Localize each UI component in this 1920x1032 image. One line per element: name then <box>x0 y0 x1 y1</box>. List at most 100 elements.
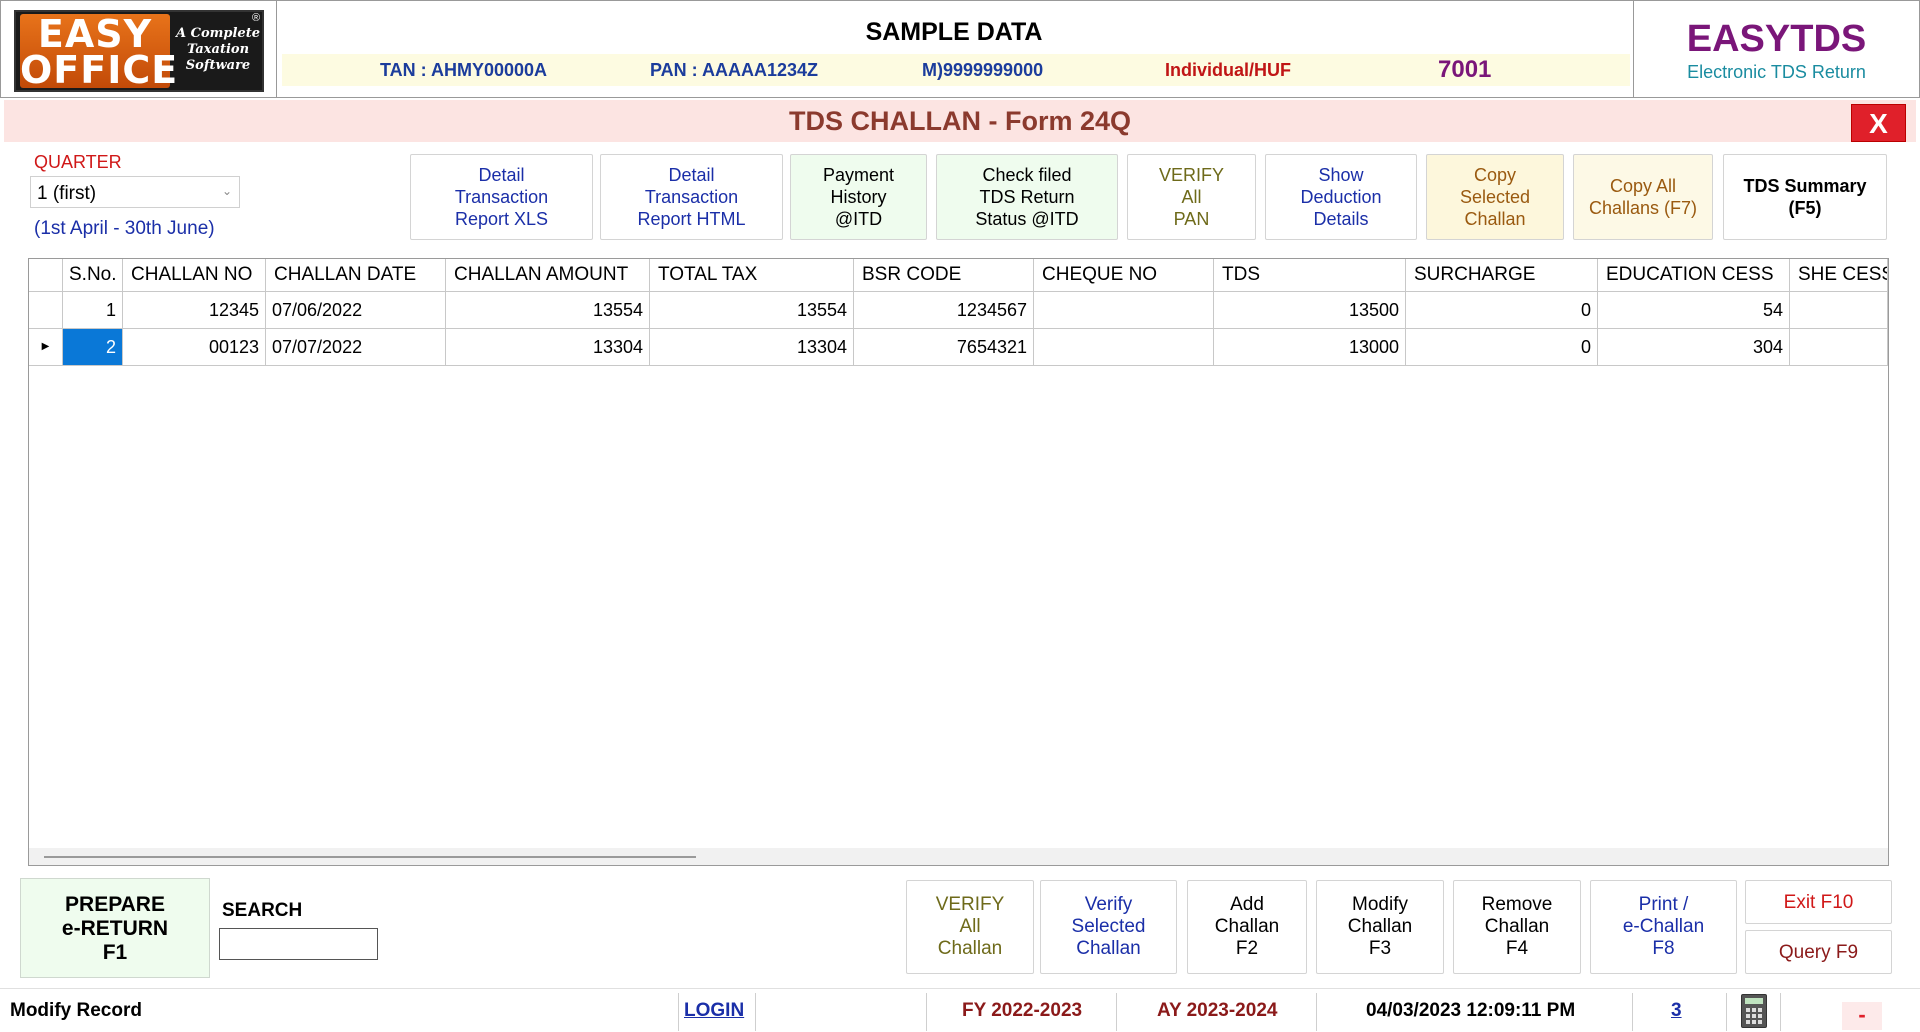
page-title: TDS CHALLAN - Form 24Q <box>788 106 1131 136</box>
tds-summary-button[interactable]: TDS Summary (F5) <box>1723 154 1887 240</box>
assessment-year: AY 2023-2024 <box>1157 1000 1278 1021</box>
col-surcharge[interactable]: SURCHARGE <box>1406 259 1598 292</box>
tan-number: TAN : AHMY00000A <box>380 60 548 80</box>
count-link[interactable]: 3 <box>1671 1000 1682 1022</box>
logo-word-office: OFFICE <box>20 48 179 92</box>
calculator-key <box>1758 1014 1762 1018</box>
chevron-down-icon[interactable]: ⌄ <box>222 184 232 198</box>
prepare-e-return-button[interactable]: PREPARE e-RETURN F1 <box>20 878 210 978</box>
query-button[interactable]: Query F9 <box>1745 930 1892 974</box>
calculator-key <box>1746 1008 1750 1012</box>
status-divider <box>755 993 756 1031</box>
verify-all-pan-button[interactable]: VERIFY All PAN <box>1127 154 1256 240</box>
quarter-select[interactable]: 1 (first) <box>30 176 240 208</box>
easy-office-logo: EASY OFFICE A Complete Taxation Software… <box>14 10 264 92</box>
current-row-indicator-icon[interactable]: ▶ <box>29 329 63 366</box>
show-deduction-details-button[interactable]: Show Deduction Details <box>1265 154 1417 240</box>
col-challan-date[interactable]: CHALLAN DATE <box>266 259 446 292</box>
assessee-code: 7001 <box>1438 56 1492 83</box>
calculator-key <box>1752 1008 1756 1012</box>
detail-report-html-button[interactable]: Detail Transaction Report HTML <box>600 154 783 240</box>
brand-title: EASYTDS <box>1686 18 1867 60</box>
cell-total-tax[interactable]: 13554 <box>650 292 854 329</box>
col-challan-no[interactable]: CHALLAN NO <box>123 259 266 292</box>
print-e-challan-button[interactable]: Print / e-Challan F8 <box>1590 880 1737 974</box>
copy-all-challans-button[interactable]: Copy All Challans (F7) <box>1573 154 1713 240</box>
cell-bsr-code[interactable]: 7654321 <box>854 329 1034 366</box>
cell-tds[interactable]: 13000 <box>1214 329 1406 366</box>
calculator-key <box>1758 1008 1762 1012</box>
cell-she-cess[interactable] <box>1790 329 1888 366</box>
search-input[interactable] <box>219 928 378 960</box>
horizontal-scrollbar-thumb[interactable] <box>44 856 696 858</box>
logo-wordmark: EASY OFFICE <box>20 12 179 92</box>
status-divider <box>926 993 927 1031</box>
cell-cheque-no[interactable] <box>1034 292 1214 329</box>
status-divider <box>1632 993 1633 1031</box>
col-bsr-code[interactable]: BSR CODE <box>854 259 1034 292</box>
cell-tds[interactable]: 13500 <box>1214 292 1406 329</box>
col-sno[interactable]: S.No. <box>63 259 123 292</box>
brand-subtitle: Electronic TDS Return <box>1687 62 1866 82</box>
cell-education-cess[interactable]: 54 <box>1598 292 1790 329</box>
cell-sno-selected[interactable]: 2 <box>63 329 123 366</box>
modify-challan-button[interactable]: Modify Challan F3 <box>1316 880 1444 974</box>
exit-button[interactable]: Exit F10 <box>1745 880 1892 924</box>
cell-challan-no[interactable]: 00123 <box>123 329 266 366</box>
verify-selected-challan-button[interactable]: Verify Selected Challan <box>1040 880 1177 974</box>
col-challan-amount[interactable]: CHALLAN AMOUNT <box>446 259 650 292</box>
check-return-status-button[interactable]: Check filed TDS Return Status @ITD <box>936 154 1118 240</box>
search-label: SEARCH <box>222 900 303 921</box>
cell-education-cess[interactable]: 304 <box>1598 329 1790 366</box>
cell-challan-amount[interactable]: 13554 <box>446 292 650 329</box>
cell-challan-date[interactable]: 07/07/2022 <box>266 329 446 366</box>
add-challan-button[interactable]: Add Challan F2 <box>1187 880 1307 974</box>
mobile-number: M)9999999000 <box>922 60 1044 80</box>
cell-surcharge[interactable]: 0 <box>1406 329 1598 366</box>
cell-bsr-code[interactable]: 1234567 <box>854 292 1034 329</box>
col-total-tax[interactable]: TOTAL TAX <box>650 259 854 292</box>
login-link[interactable]: LOGIN <box>684 1000 744 1022</box>
remove-challan-button[interactable]: Remove Challan F4 <box>1453 880 1581 974</box>
assessee-category: Individual/HUF <box>1165 60 1291 80</box>
col-she-cess[interactable]: SHE CESS <box>1790 259 1888 292</box>
company-title: SAMPLE DATA <box>865 18 1043 46</box>
status-divider <box>1780 993 1781 1031</box>
row-header-corner <box>29 259 63 292</box>
financial-year: FY 2022-2023 <box>962 1000 1083 1021</box>
minimize-indicator[interactable]: - <box>1842 1002 1882 1030</box>
col-tds[interactable]: TDS <box>1214 259 1406 292</box>
calculator-key <box>1746 1020 1750 1024</box>
status-divider <box>1726 993 1727 1031</box>
calculator-key <box>1752 1014 1756 1018</box>
logo-word-easy: EASY <box>37 12 153 56</box>
registered-mark: ® <box>252 12 261 24</box>
calculator-screen <box>1745 998 1763 1004</box>
cell-surcharge[interactable]: 0 <box>1406 292 1598 329</box>
cell-total-tax[interactable]: 13304 <box>650 329 854 366</box>
detail-report-xls-button[interactable]: Detail Transaction Report XLS <box>410 154 593 240</box>
cell-sno[interactable]: 1 <box>63 292 123 329</box>
cell-challan-no[interactable]: 12345 <box>123 292 266 329</box>
col-education-cess[interactable]: EDUCATION CESS <box>1598 259 1790 292</box>
calculator-key <box>1752 1020 1756 1024</box>
cell-cheque-no[interactable] <box>1034 329 1214 366</box>
datetime: 04/03/2023 12:09:11 PM <box>1366 1000 1576 1021</box>
logo-tagline: A Complete Taxation Software <box>176 26 260 73</box>
quarter-label: QUARTER <box>34 152 122 172</box>
calculator-key <box>1746 1014 1750 1018</box>
status-divider <box>1316 993 1317 1031</box>
payment-history-button[interactable]: Payment History @ITD <box>790 154 927 240</box>
record-mode: Modify Record <box>10 1000 142 1021</box>
cell-challan-date[interactable]: 07/06/2022 <box>266 292 446 329</box>
col-cheque-no[interactable]: CHEQUE NO <box>1034 259 1214 292</box>
close-button[interactable]: X <box>1851 104 1906 142</box>
cell-challan-amount[interactable]: 13304 <box>446 329 650 366</box>
row-selector[interactable] <box>29 292 63 329</box>
verify-all-challan-button[interactable]: VERIFY All Challan <box>906 880 1034 974</box>
copy-selected-challan-button[interactable]: Copy Selected Challan <box>1426 154 1564 240</box>
calculator-key <box>1758 1020 1762 1024</box>
cell-she-cess[interactable] <box>1790 292 1888 329</box>
status-divider <box>1116 993 1117 1031</box>
pan-number: PAN : AAAAA1234Z <box>650 60 819 80</box>
